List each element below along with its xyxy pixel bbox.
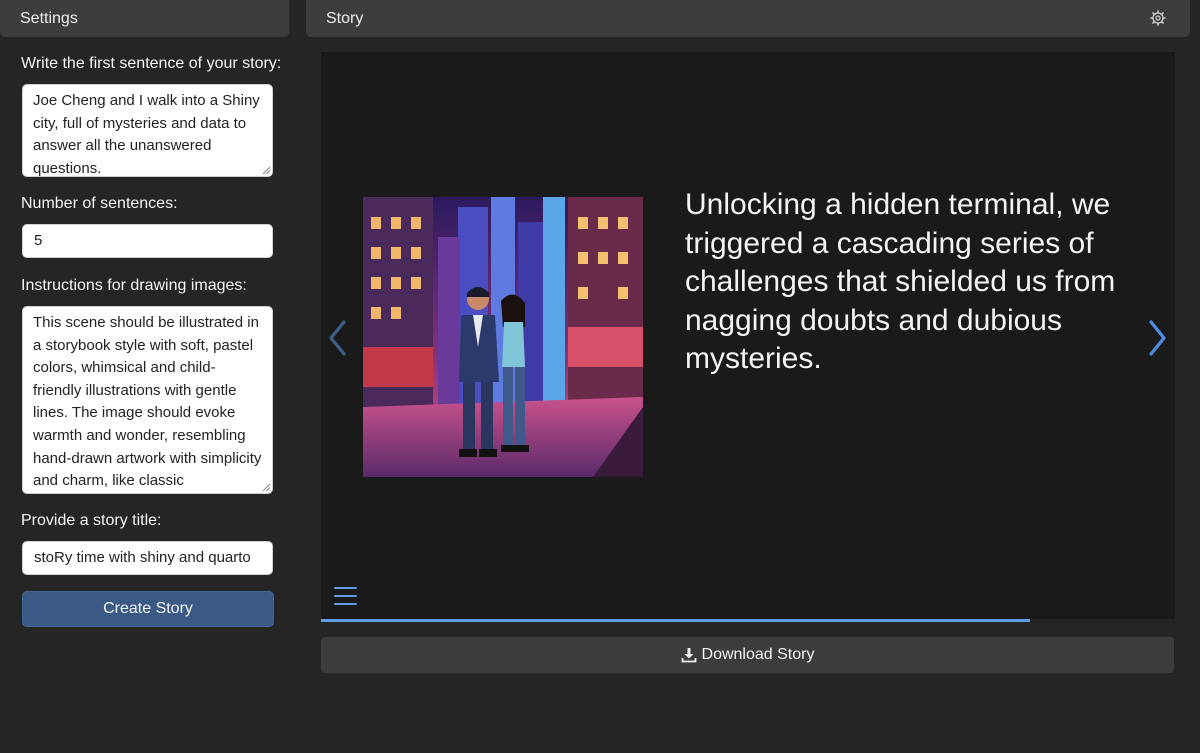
num-sentences-value: 5 bbox=[34, 231, 43, 249]
story-progress-bar bbox=[321, 619, 1175, 622]
story-carousel: Unlocking a hidden terminal, we triggere… bbox=[321, 52, 1175, 622]
hamburger-menu-icon[interactable] bbox=[334, 586, 357, 606]
app-window: Settings Write the first sentence of you… bbox=[0, 0, 1200, 753]
story-title-value: stoRy time with shiny and quarto bbox=[34, 548, 251, 566]
resize-grip-icon[interactable] bbox=[263, 484, 270, 491]
first-sentence-value: Joe Cheng and I walk into a Shiny city, … bbox=[33, 92, 260, 177]
settings-header: Settings bbox=[0, 0, 289, 37]
story-progress-fill bbox=[321, 619, 1030, 622]
create-story-label: Create Story bbox=[103, 600, 193, 617]
image-instructions-value: This scene should be illustrated in a st… bbox=[33, 314, 262, 490]
story-header: Story bbox=[306, 0, 1190, 37]
story-slide-text: Unlocking a hidden terminal, we triggere… bbox=[685, 188, 1116, 375]
resize-grip-icon[interactable] bbox=[263, 167, 270, 174]
chevron-left-icon[interactable] bbox=[326, 320, 350, 356]
num-sentences-input[interactable]: 5 bbox=[22, 224, 273, 258]
first-sentence-textarea[interactable]: Joe Cheng and I walk into a Shiny city, … bbox=[22, 84, 273, 177]
first-sentence-label: Write the first sentence of your story: bbox=[21, 55, 282, 72]
settings-sidebar: Settings Write the first sentence of you… bbox=[0, 0, 290, 753]
num-sentences-label: Number of sentences: bbox=[21, 195, 178, 212]
story-title: Story bbox=[326, 9, 364, 27]
story-title-input[interactable]: stoRy time with shiny and quarto bbox=[22, 541, 273, 575]
download-story-button[interactable]: Download Story bbox=[321, 637, 1174, 673]
image-instructions-label: Instructions for drawing images: bbox=[21, 277, 247, 294]
settings-title: Settings bbox=[20, 9, 78, 27]
download-story-label: Download Story bbox=[701, 646, 815, 663]
story-illustration-image bbox=[363, 197, 643, 477]
image-instructions-textarea[interactable]: This scene should be illustrated in a st… bbox=[22, 306, 273, 494]
gear-icon[interactable] bbox=[1150, 10, 1166, 26]
chevron-right-icon[interactable] bbox=[1145, 320, 1169, 356]
download-icon bbox=[681, 648, 696, 663]
story-title-label: Provide a story title: bbox=[21, 512, 162, 529]
create-story-button[interactable]: Create Story bbox=[22, 591, 274, 627]
